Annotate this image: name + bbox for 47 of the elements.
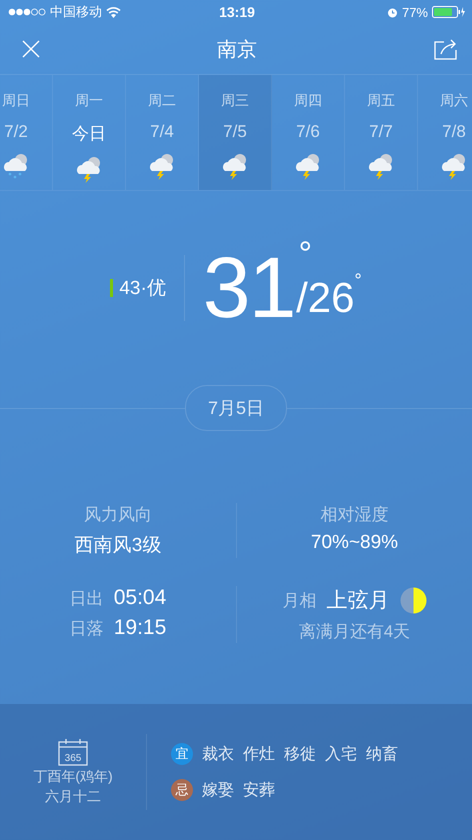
- moon-phase: 上弦月: [326, 588, 390, 614]
- day-forecast-tab[interactable]: 周五 7/7: [345, 75, 418, 190]
- calendar-icon: 365: [58, 738, 88, 766]
- sunset-label: 日落: [70, 618, 104, 640]
- day-forecast-tab[interactable]: 周六 7/8: [418, 75, 472, 190]
- full-moon-countdown: 离满月还有4天: [298, 621, 410, 643]
- share-button[interactable]: [434, 38, 458, 60]
- day-forecast-tab[interactable]: 周一 今日: [53, 75, 126, 190]
- alarm-icon: [386, 6, 398, 18]
- almanac-activity: 裁衣: [202, 744, 234, 764]
- close-button[interactable]: [22, 40, 40, 58]
- almanac-activity: 作灶: [243, 744, 275, 764]
- lunar-year: 丁酉年(鸡年): [33, 768, 113, 786]
- degree-sign: °: [354, 271, 362, 289]
- humidity-value: 70%~89%: [310, 532, 398, 554]
- clock-time: 13:19: [219, 4, 255, 20]
- almanac-tag: 忌: [171, 779, 193, 801]
- wifi-icon: [106, 6, 121, 18]
- day-forecast-tab[interactable]: 周三 7/5: [199, 75, 272, 190]
- almanac-activity: 入宅: [325, 744, 357, 764]
- battery-icon: [432, 6, 466, 18]
- almanac-tag: 宜: [171, 743, 193, 765]
- air-quality-reading: 43·优: [119, 277, 166, 301]
- high-temperature: 31: [202, 245, 294, 331]
- battery-percent: 77%: [402, 4, 428, 20]
- low-temperature: /26: [296, 277, 354, 319]
- wind-label: 风力风向: [84, 504, 152, 526]
- carrier-name: 中国移动: [50, 3, 102, 21]
- wind-value: 西南风3级: [74, 534, 162, 558]
- date-label: 7月5日: [184, 385, 288, 431]
- lunar-date: 六月十二: [45, 788, 101, 806]
- sunset-time: 19:15: [114, 616, 166, 640]
- signal-icon: [8, 8, 46, 16]
- sunrise-label: 日出: [70, 588, 104, 610]
- almanac-activity: 嫁娶: [202, 780, 234, 800]
- half-moon-icon: [400, 586, 426, 614]
- humidity-label: 相对湿度: [320, 504, 388, 526]
- day-forecast-tab[interactable]: 周二 7/4: [126, 75, 199, 190]
- almanac-activity: 安葬: [243, 780, 275, 800]
- city-title: 南京: [217, 38, 257, 62]
- sunrise-time: 05:04: [114, 586, 166, 610]
- degree-sign: °: [298, 237, 312, 271]
- almanac-activity: 纳畜: [366, 744, 398, 764]
- almanac-activity: 移徙: [284, 744, 316, 764]
- moon-label: 月相: [282, 590, 316, 612]
- day-forecast-tab[interactable]: 周四 7/6: [272, 75, 345, 190]
- day-forecast-tab[interactable]: 周日 7/2: [0, 75, 53, 190]
